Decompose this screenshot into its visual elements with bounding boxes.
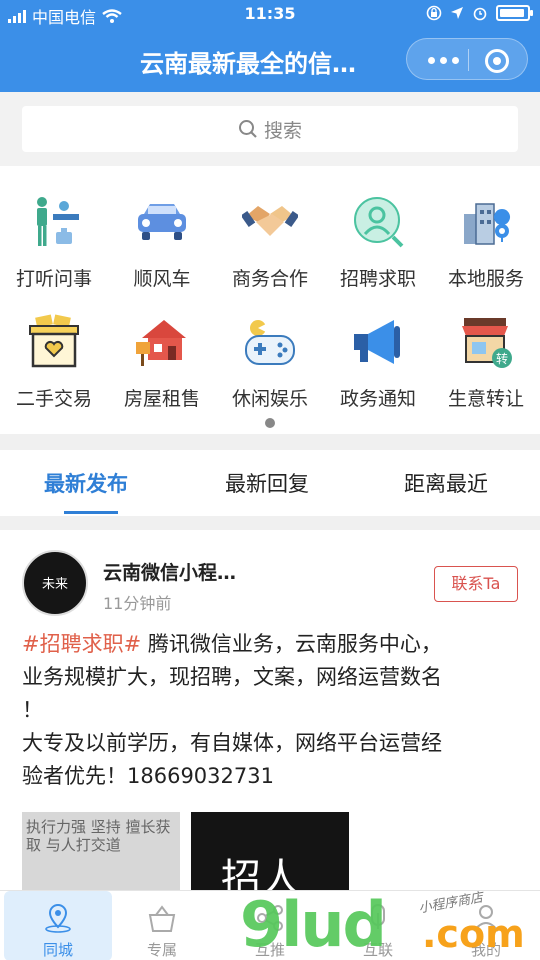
tab-nearest[interactable]: 距离最近 xyxy=(404,468,488,498)
post-text-line: ！ xyxy=(22,698,43,722)
category-item-housing[interactable]: 房屋租售 xyxy=(108,286,216,410)
watermark-main: 9lud xyxy=(240,888,387,960)
top-bar: 中国电信 11:35 云南最新最全的信… xyxy=(0,0,540,92)
search-placeholder: 搜索 xyxy=(263,119,302,142)
category-label: 二手交易 xyxy=(15,388,92,410)
app-screen: 中国电信 11:35 云南最新最全的信… 搜索 打听问事 顺风车 商务合作 招聘… xyxy=(0,0,540,960)
nav-item-city[interactable]: 同城 xyxy=(4,891,112,960)
post-text-line: 大专及以前学历，有自媒体，网络平台运营经 xyxy=(22,731,442,755)
house-icon xyxy=(136,320,186,366)
people-help-icon xyxy=(37,197,79,246)
category-label: 生意转让 xyxy=(447,388,524,410)
tab-latest-replies[interactable]: 最新回复 xyxy=(225,468,309,498)
close-target-icon[interactable] xyxy=(485,49,509,73)
location-icon xyxy=(45,903,71,933)
feed-tabs: 最新发布 最新回复 距离最近 xyxy=(0,450,540,516)
category-item-transfer[interactable]: 转 生意转让 xyxy=(432,286,540,410)
city-location-icon xyxy=(464,203,510,245)
contact-button[interactable]: 联系Ta xyxy=(434,566,518,602)
gamepad-icon xyxy=(245,320,295,365)
box-heart-icon xyxy=(29,314,79,368)
watermark-overlay: 9lud 小程序商店 .com xyxy=(240,888,530,960)
post-tag[interactable]: #招聘求职# xyxy=(22,632,141,656)
category-item-recruit[interactable]: 招聘求职 xyxy=(324,166,432,290)
post-text-line: 腾讯微信业务，云南服务中心， xyxy=(141,632,442,656)
category-grid: 打听问事 顺风车 商务合作 招聘求职 本地服务 二手交易 房屋租售 休闲娱乐 政… xyxy=(0,166,540,434)
page-indicator-dot[interactable] xyxy=(265,418,275,428)
category-item-carpool[interactable]: 顺风车 xyxy=(108,166,216,290)
search-section: 搜索 xyxy=(0,92,540,166)
post-time: 11分钟前 xyxy=(103,594,172,613)
title-bar: 云南最新最全的信… xyxy=(0,30,540,92)
tab-latest-posts[interactable]: 最新发布 xyxy=(44,468,128,498)
category-item-government[interactable]: 政务通知 xyxy=(324,286,432,410)
person-search-icon xyxy=(354,197,404,248)
handshake-icon xyxy=(242,206,298,236)
basket-icon xyxy=(148,905,176,932)
alarm-icon xyxy=(473,7,487,21)
watermark-suffix: .com xyxy=(422,912,525,956)
capsule-divider xyxy=(468,49,469,71)
category-label: 政务通知 xyxy=(339,388,416,410)
search-input[interactable]: 搜索 xyxy=(22,106,518,152)
feed-post[interactable]: 未来 云南微信小程… 11分钟前 联系Ta #招聘求职# 腾讯微信业务，云南服务… xyxy=(0,530,540,892)
page-title: 云南最新最全的信… xyxy=(140,50,356,78)
megaphone-icon xyxy=(354,320,400,364)
post-author[interactable]: 云南微信小程… xyxy=(103,558,236,585)
car-icon xyxy=(138,204,186,240)
active-tab-indicator xyxy=(64,511,118,514)
avatar[interactable]: 未来 xyxy=(22,550,88,616)
mini-program-capsule xyxy=(406,38,528,80)
post-image-1[interactable]: 执行力强 坚持 擅长获取 与人打交道 xyxy=(22,812,180,892)
category-item-secondhand[interactable]: 二手交易 xyxy=(0,286,108,410)
nav-item-exclusive[interactable]: 专属 xyxy=(108,891,216,960)
post-image-2[interactable]: 招人 xyxy=(191,812,349,892)
category-item-inquiry[interactable]: 打听问事 xyxy=(0,166,108,290)
post-text-line: 业务规模扩大，现招聘，文案，网络运营数名 xyxy=(22,665,442,689)
category-label: 房屋租售 xyxy=(123,388,200,410)
category-label: 休闲娱乐 xyxy=(231,388,308,410)
status-bar: 中国电信 11:35 xyxy=(0,0,540,30)
shop-transfer-icon: 转 xyxy=(462,318,512,368)
lock-rotation-icon xyxy=(426,5,442,21)
status-right xyxy=(426,5,533,21)
location-arrow-icon xyxy=(451,7,463,19)
more-options-icon[interactable] xyxy=(421,39,465,81)
svg-text:转: 转 xyxy=(496,351,508,366)
post-text-line: 验者优先！18669032731 xyxy=(22,764,274,788)
category-item-entertainment[interactable]: 休闲娱乐 xyxy=(216,286,324,410)
category-item-business[interactable]: 商务合作 xyxy=(216,166,324,290)
search-icon xyxy=(238,120,257,138)
nav-label: 专属 xyxy=(146,941,177,959)
battery-icon xyxy=(496,5,533,21)
post-content: #招聘求职# 腾讯微信业务，云南服务中心， 业务规模扩大，现招聘，文案，网络运营… xyxy=(22,628,522,793)
category-item-local-service[interactable]: 本地服务 xyxy=(432,166,540,290)
nav-label: 同城 xyxy=(42,941,73,959)
